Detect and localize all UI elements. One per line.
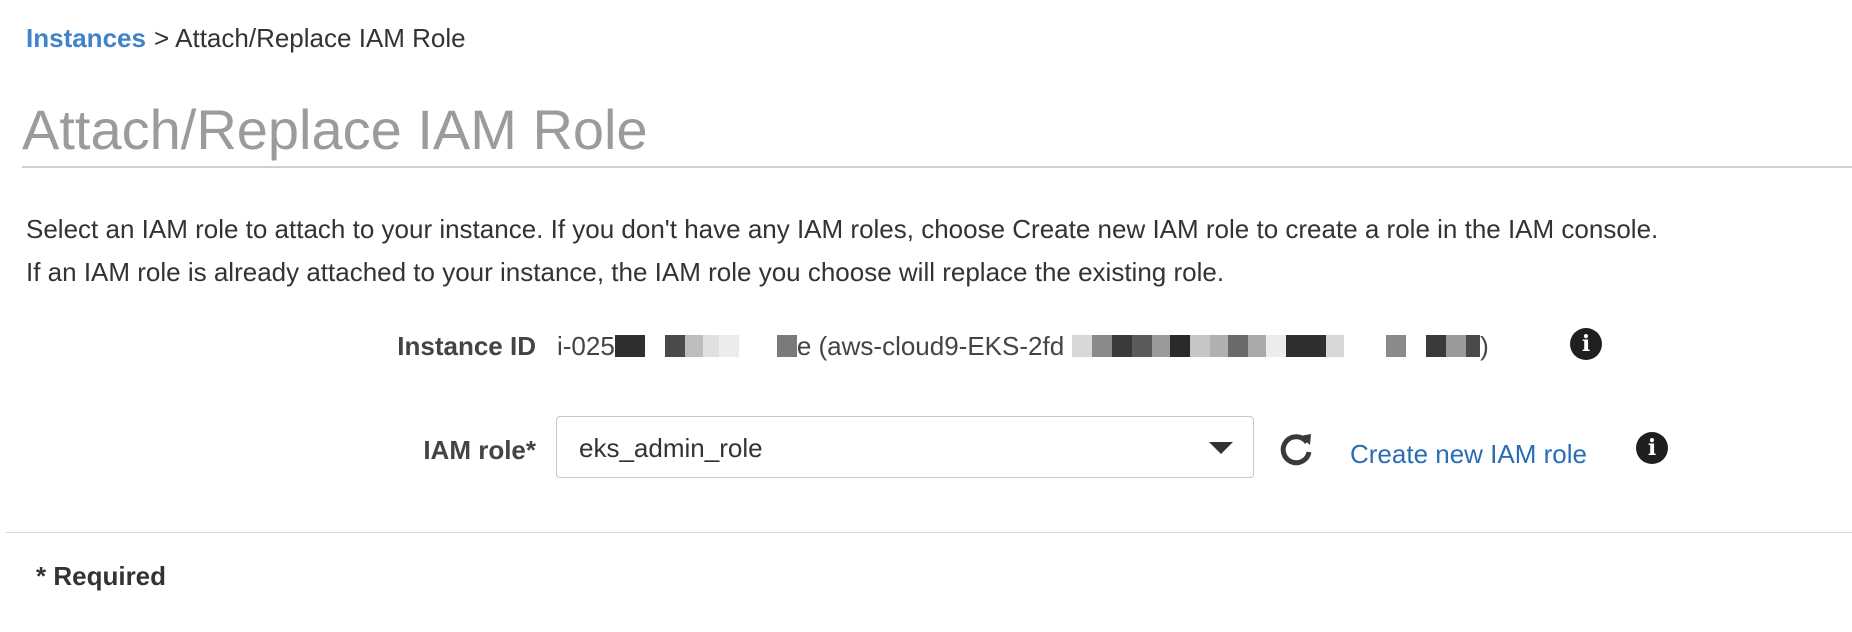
redacted-block-1 bbox=[614, 335, 797, 357]
instance-id-value: i-025 e (aws-cloud9-EKS-2fd ) bbox=[557, 328, 1489, 364]
breadcrumb-link-instances[interactable]: Instances bbox=[26, 23, 146, 53]
instance-id-label: Instance ID bbox=[397, 331, 536, 361]
caret-down-icon bbox=[1209, 442, 1233, 454]
title-divider bbox=[22, 166, 1852, 168]
instance-info-icon[interactable]: i bbox=[1570, 328, 1602, 360]
instance-id-prefix: i-025 bbox=[557, 331, 615, 361]
redacted-block-2 bbox=[1072, 335, 1481, 357]
required-note: * Required bbox=[36, 561, 167, 591]
breadcrumb-separator: > bbox=[153, 23, 170, 53]
breadcrumb: Instances > Attach/Replace IAM Role bbox=[26, 20, 466, 56]
iam-role-label: IAM role* bbox=[423, 435, 536, 465]
iam-role-info-icon[interactable]: i bbox=[1636, 432, 1668, 464]
page-title: Attach/Replace IAM Role bbox=[22, 98, 648, 161]
instance-suffix: ) bbox=[1480, 331, 1489, 361]
instance-name-prefix: e (aws-cloud9-EKS-2fd bbox=[796, 331, 1065, 361]
footer-divider bbox=[6, 532, 1852, 533]
create-new-iam-role-link[interactable]: Create new IAM role bbox=[1350, 436, 1587, 472]
description-line-2: If an IAM role is already attached to yo… bbox=[26, 257, 1225, 287]
iam-role-select[interactable]: eks_admin_role bbox=[556, 416, 1254, 478]
refresh-icon[interactable] bbox=[1276, 430, 1316, 470]
page-description: Select an IAM role to attach to your ins… bbox=[26, 208, 1658, 294]
iam-role-selected-value: eks_admin_role bbox=[579, 433, 763, 463]
description-line-1: Select an IAM role to attach to your ins… bbox=[26, 214, 1659, 244]
breadcrumb-current: Attach/Replace IAM Role bbox=[175, 23, 466, 53]
